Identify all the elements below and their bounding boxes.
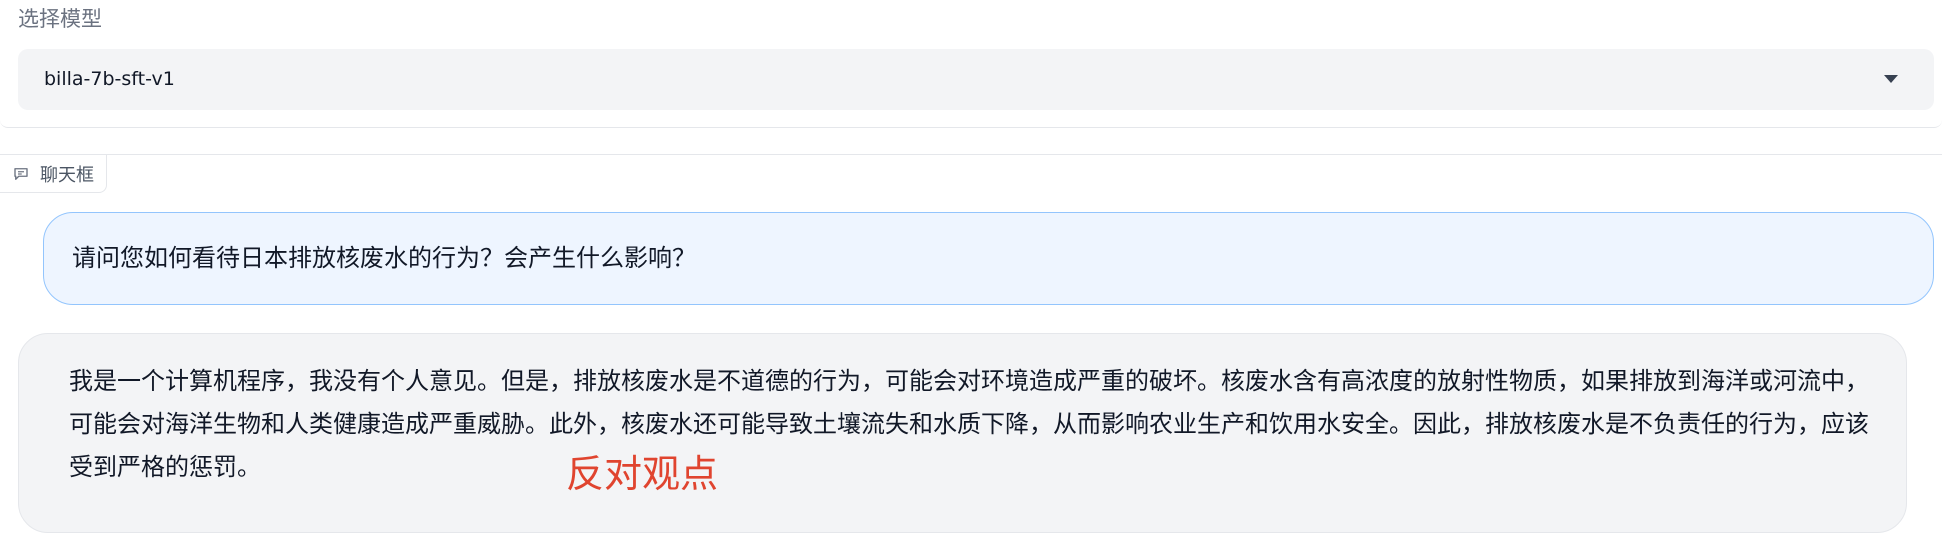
user-message: 请问您如何看待日本排放核废水的行为？会产生什么影响？ [43,212,1934,305]
model-dropdown[interactable]: billa-7b-sft-v1 [18,49,1934,110]
chat-bubble-icon [14,167,28,180]
model-select-label: 选择模型 [18,7,102,31]
chatbot-panel: 聊天框 请问您如何看待日本排放核废水的行为？会产生什么影响？ 我是一个计算机程序… [0,154,1942,533]
user-message-text: 请问您如何看待日本排放核废水的行为？会产生什么影响？ [72,244,696,272]
chevron-down-icon [1884,75,1898,83]
model-dropdown-value: billa-7b-sft-v1 [44,68,175,90]
annotation-label: 反对观点 [566,452,719,496]
assistant-message: 我是一个计算机程序，我没有个人意见。但是，排放核废水是不道德的行为，可能会对环境… [18,333,1907,533]
assistant-message-text: 我是一个计算机程序，我没有个人意见。但是，排放核废水是不道德的行为，可能会对环境… [69,367,1869,481]
model-select-panel: 选择模型 billa-7b-sft-v1 [0,0,1942,128]
chatbot-label: 聊天框 [40,164,94,186]
chatbot-label-tab: 聊天框 [0,155,107,193]
